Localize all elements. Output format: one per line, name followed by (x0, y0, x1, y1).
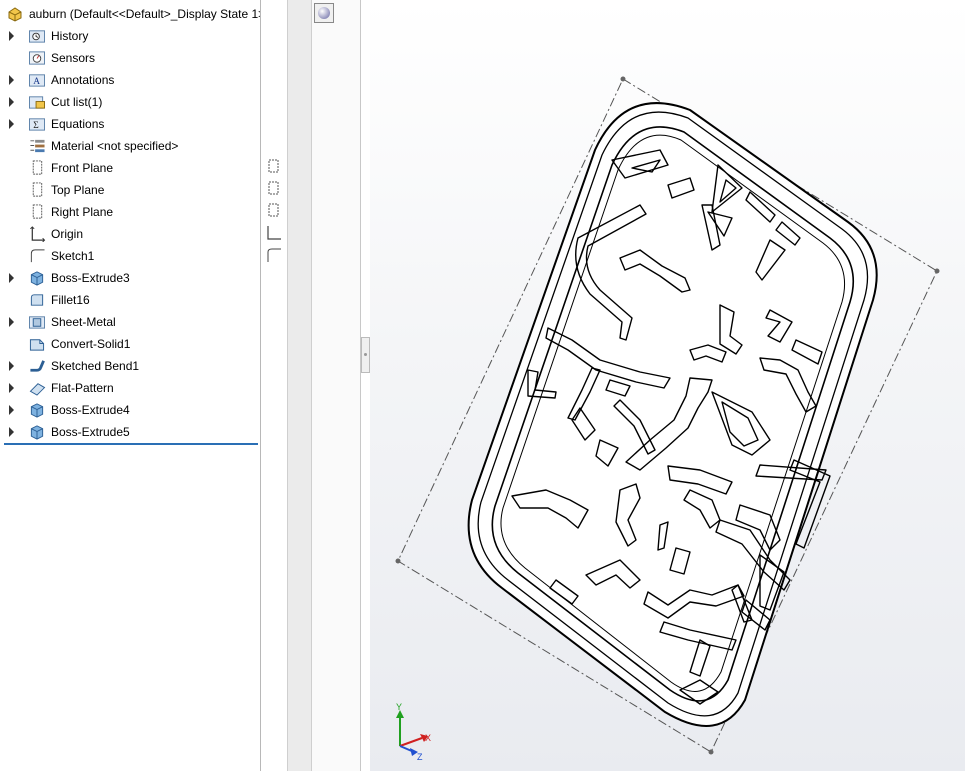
tree-item-label: Boss-Extrude4 (51, 403, 130, 417)
origin-mini-icon[interactable] (264, 225, 282, 241)
history-folder-icon (29, 30, 45, 43)
expand-arrow-icon[interactable] (9, 317, 14, 327)
sketched-bend-icon (30, 360, 45, 372)
triad-x-label: X (425, 733, 431, 743)
display-pane-strip (312, 0, 361, 771)
tree-item-origin[interactable]: Origin (0, 224, 258, 244)
collapse-panel-handle[interactable] (361, 337, 370, 373)
fillet-icon (30, 294, 44, 306)
tree-flyout-strip (261, 0, 287, 771)
expand-arrow-icon[interactable] (9, 97, 14, 107)
tree-item-label: Sensors (51, 51, 96, 65)
tree-item-label: Sketch1 (51, 249, 95, 263)
tree-item-front-plane[interactable]: Front Plane (0, 158, 258, 178)
sketch-icon (30, 249, 45, 263)
tree-item-sketched-bend1[interactable]: Sketched Bend1 (0, 356, 258, 376)
expand-arrow-icon[interactable] (9, 75, 14, 85)
tree-item-right-plane[interactable]: Right Plane (0, 202, 258, 222)
tree-item-boss-extrude3[interactable]: Boss-Extrude3 (0, 268, 258, 288)
plane-corner-point (708, 749, 714, 755)
expand-arrow-icon[interactable] (9, 119, 14, 129)
tree-item-convert-solid1[interactable]: Convert-Solid1 (0, 334, 258, 354)
front-plane-mini-icon[interactable] (264, 158, 282, 174)
tree-item-label: Fillet16 (51, 293, 90, 307)
tree-item-cut-list-1[interactable]: Cut list(1) (0, 92, 258, 112)
tree-item-sheet-metal[interactable]: Sheet-Metal (0, 312, 258, 332)
tree-item-label: Top Plane (51, 183, 105, 197)
sketch-mini-icon[interactable] (264, 247, 282, 263)
appearance-sphere-icon[interactable] (314, 3, 334, 23)
expand-arrow-icon[interactable] (9, 361, 14, 371)
tree-item-label: Equations (51, 117, 105, 131)
sheet-metal-icon (29, 316, 45, 329)
tree-item-label: Convert-Solid1 (51, 337, 131, 351)
triad-y-label: Y (396, 702, 402, 712)
tree-item-label: Boss-Extrude3 (51, 271, 130, 285)
plane-icon (32, 204, 43, 219)
feature-manager-tree: auburn (Default<<Default>_Display State … (0, 0, 261, 771)
convert-solid-icon (29, 339, 45, 351)
plane-corner-point (620, 76, 626, 82)
tree-item-equations[interactable]: Σ Equations (0, 114, 258, 134)
expand-arrow-icon[interactable] (9, 427, 14, 437)
tree-item-label: Cut list(1) (51, 95, 103, 109)
tree-item-annotations[interactable]: A Annotations (0, 70, 258, 90)
tree-item-label: Boss-Extrude5 (51, 425, 130, 439)
sensors-icon (29, 51, 45, 65)
expand-arrow-icon[interactable] (9, 383, 14, 393)
tree-item-boss-extrude4[interactable]: Boss-Extrude4 (0, 400, 258, 420)
tree-root[interactable]: auburn (Default<<Default>_Display State … (0, 4, 261, 24)
equations-icon: Σ (29, 118, 45, 131)
annotations-icon: A (29, 74, 45, 87)
tree-item-label: Sheet-Metal (51, 315, 116, 329)
tree-item-history[interactable]: History (0, 26, 258, 46)
cut-list-icon (29, 96, 45, 109)
top-plane-mini-icon[interactable] (264, 180, 282, 196)
origin-icon (30, 226, 46, 242)
tree-item-boss-extrude5[interactable]: Boss-Extrude5 (0, 422, 258, 442)
tree-item-sensors[interactable]: Sensors (0, 48, 258, 68)
right-plane-mini-icon[interactable] (264, 202, 282, 218)
plane-icon (32, 182, 43, 197)
tree-item-sketch1[interactable]: Sketch1 (0, 246, 258, 266)
plane-corner-point (934, 268, 940, 274)
tree-item-material-not-specified[interactable]: Material <not specified> (0, 136, 258, 156)
tree-item-fillet16[interactable]: Fillet16 (0, 290, 258, 310)
tree-item-flat-pattern[interactable]: Flat-Pattern (0, 378, 258, 398)
part-model-drawing: Y X Z (395, 76, 940, 762)
svg-text:Σ: Σ (33, 121, 38, 131)
tree-item-label: Right Plane (51, 205, 114, 219)
tree-end-divider (4, 443, 258, 445)
graphics-viewport[interactable]: Y X Z (370, 0, 965, 771)
flat-pattern-icon (29, 383, 46, 396)
triad-z-label: Z (417, 752, 423, 762)
expand-arrow-icon[interactable] (9, 31, 14, 41)
panel-splitter[interactable] (287, 0, 312, 771)
extrude-icon (30, 403, 44, 418)
view-orientation-triad: Y X Z (396, 702, 431, 762)
expand-arrow-icon[interactable] (9, 405, 14, 415)
tree-item-label: Origin (51, 227, 84, 241)
tree-item-label: Sketched Bend1 (51, 359, 140, 373)
tree-item-top-plane[interactable]: Top Plane (0, 180, 258, 200)
part-icon (8, 7, 22, 22)
material-icon (30, 139, 45, 153)
tree-item-label: Material <not specified> (51, 139, 179, 153)
tree-root-label: auburn (Default<<Default>_Display State … (29, 7, 261, 21)
plane-icon (32, 160, 43, 175)
extrude-icon (30, 425, 44, 440)
tree-item-label: Annotations (51, 73, 115, 87)
plane-corner-point (395, 558, 401, 564)
tree-item-label: Flat-Pattern (51, 381, 114, 395)
tree-item-label: Front Plane (51, 161, 114, 175)
tree-item-label: History (51, 29, 89, 43)
expand-arrow-icon[interactable] (9, 273, 14, 283)
extrude-icon (30, 271, 44, 286)
svg-text:A: A (33, 77, 40, 87)
